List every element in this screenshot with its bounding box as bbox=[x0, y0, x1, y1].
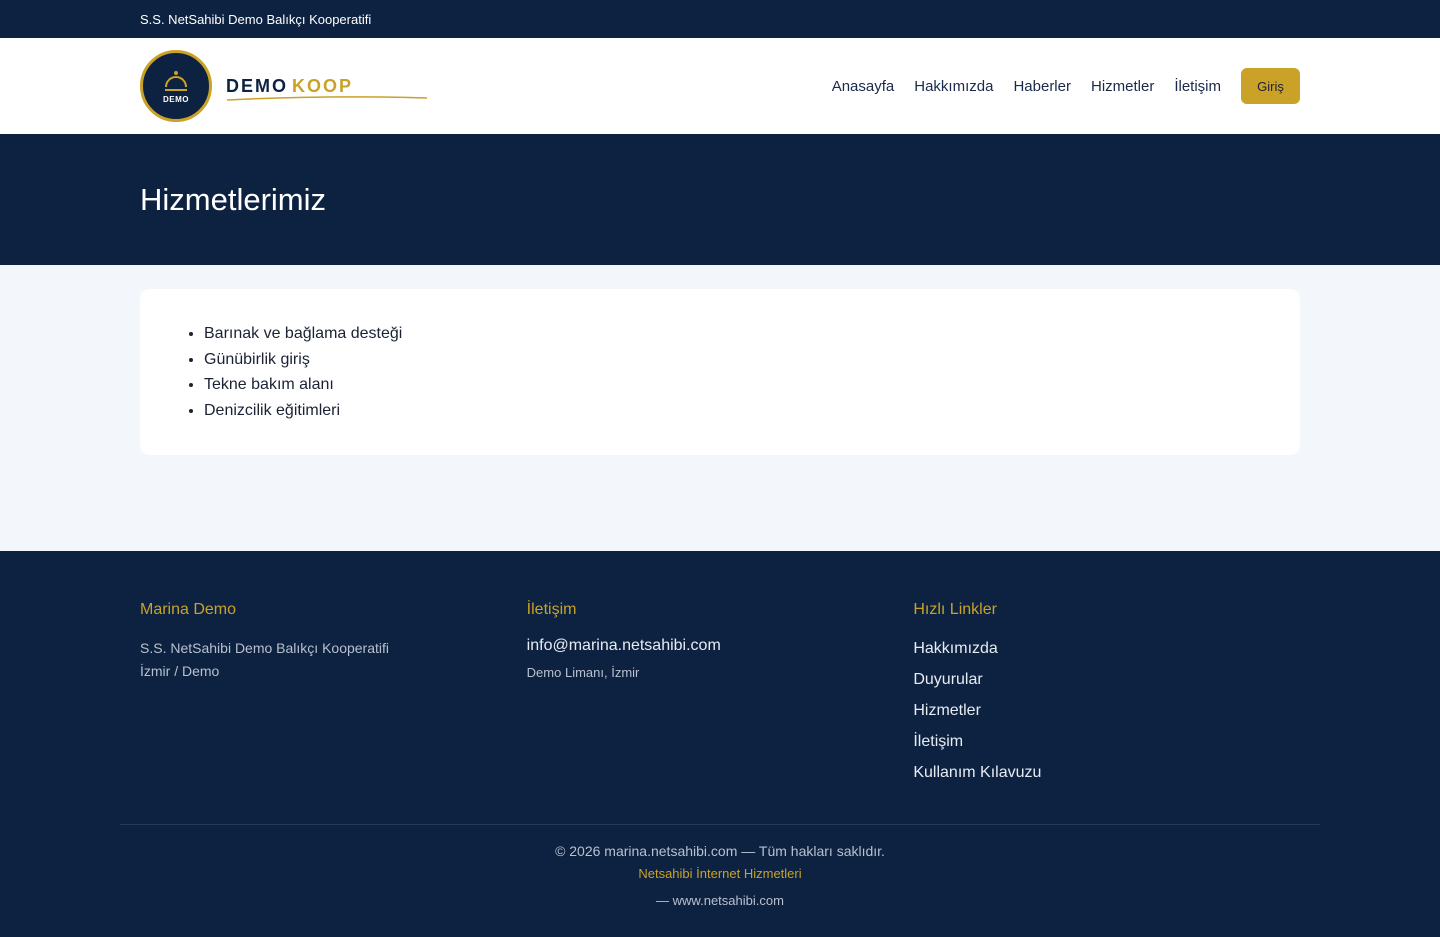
login-button[interactable]: Giriş bbox=[1241, 68, 1300, 104]
footer-location: İzmir / Demo bbox=[140, 663, 220, 679]
footer-about: Marina Demo S.S. NetSahibi Demo Balıkçı … bbox=[140, 601, 527, 788]
footer-contact: İletişim info@marina.netsahibi.com Demo … bbox=[527, 601, 914, 788]
services-list: Barınak ve bağlama desteği Günübirlik gi… bbox=[204, 321, 1268, 423]
main-content: Barınak ve bağlama desteği Günübirlik gi… bbox=[0, 265, 1440, 551]
logo-caption: DEMO bbox=[163, 94, 189, 104]
footer-quick-heading: Hızlı Linkler bbox=[913, 601, 997, 618]
footer-email: info@marina.netsahibi.com bbox=[526, 637, 721, 654]
page-title: Hizmetlerimiz bbox=[140, 181, 326, 217]
list-item: Barınak ve bağlama desteği bbox=[204, 321, 1268, 347]
top-bar: S.S. NetSahibi Demo Balıkçı Kooperatifi bbox=[0, 0, 1440, 38]
provider-site: — www.netsahibi.com bbox=[656, 893, 784, 908]
list-item: Günübirlik giriş bbox=[204, 347, 1268, 373]
nav-item-home[interactable]: Anasayfa bbox=[832, 78, 895, 95]
main-nav: Anasayfa Hakkımızda Haberler Hizmetler İ… bbox=[832, 68, 1300, 104]
list-item: Tekne bakım alanı bbox=[204, 372, 1268, 398]
nav-item-contact[interactable]: İletişim bbox=[1174, 78, 1221, 95]
bell-icon bbox=[165, 70, 187, 91]
site-header: DEMO DEMO KOOP Anasayfa Hakkımızda Haber… bbox=[0, 38, 1440, 134]
footer-address: Demo Limanı, İzmir bbox=[526, 665, 640, 680]
footer-about-heading: Marina Demo bbox=[140, 601, 237, 618]
footer-org-name: S.S. NetSahibi Demo Balıkçı Kooperatifi bbox=[140, 640, 390, 656]
page-hero: Hizmetlerimiz bbox=[0, 134, 1440, 265]
footer-bottom: © 2026 marina.netsahibi.com — Tüm haklar… bbox=[0, 825, 1440, 908]
footer-link-announcements[interactable]: Duyurular bbox=[913, 664, 1300, 695]
brand-underline-swoosh bbox=[226, 96, 428, 101]
logo-emblem: DEMO bbox=[140, 50, 212, 122]
footer-contact-heading: İletişim bbox=[526, 601, 577, 618]
footer-link-contact[interactable]: İletişim bbox=[913, 726, 1300, 757]
list-item: Denizcilik eğitimleri bbox=[204, 398, 1268, 424]
nav-item-about[interactable]: Hakkımızda bbox=[914, 78, 993, 95]
site-footer: Marina Demo S.S. NetSahibi Demo Balıkçı … bbox=[0, 551, 1440, 937]
brand-logo-link[interactable]: DEMO DEMO KOOP bbox=[140, 50, 428, 122]
provider-link[interactable]: Netsahibi İnternet Hizmetleri bbox=[638, 866, 801, 881]
services-card: Barınak ve bağlama desteği Günübirlik gi… bbox=[140, 289, 1300, 455]
copyright-text: © 2026 marina.netsahibi.com — Tüm haklar… bbox=[555, 843, 885, 859]
footer-link-about[interactable]: Hakkımızda bbox=[913, 633, 1300, 664]
footer-link-guide[interactable]: Kullanım Kılavuzu bbox=[913, 757, 1300, 788]
nav-item-services[interactable]: Hizmetler bbox=[1091, 78, 1154, 95]
org-name: S.S. NetSahibi Demo Balıkçı Kooperatifi bbox=[140, 11, 372, 27]
nav-item-news[interactable]: Haberler bbox=[1013, 78, 1071, 95]
brand-wordmark: DEMO KOOP bbox=[226, 66, 428, 106]
footer-quick-links: Hızlı Linkler Hakkımızda Duyurular Hizme… bbox=[913, 601, 1300, 788]
footer-link-services[interactable]: Hizmetler bbox=[913, 695, 1300, 726]
